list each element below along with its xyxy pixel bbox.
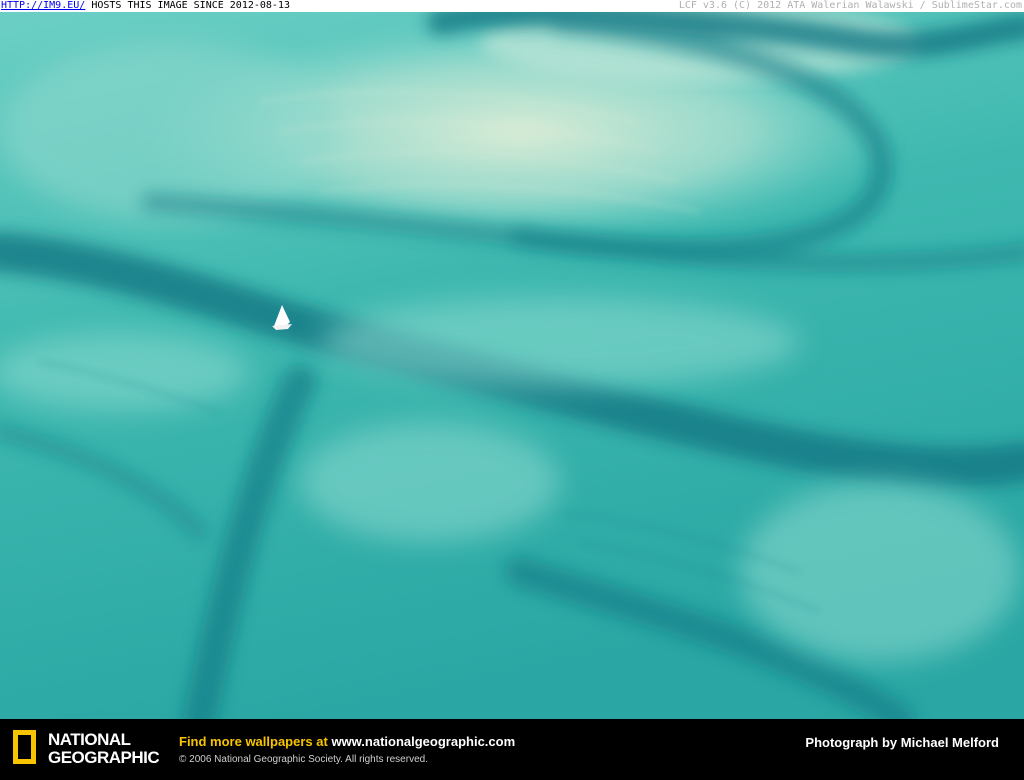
- software-credit: LCF v3.6 (C) 2012 ATA Walerian Walawski …: [678, 0, 1022, 11]
- logo-line-1: NATIONAL: [48, 730, 131, 749]
- aerial-photo-art: [0, 12, 1024, 719]
- host-notice-text: HOSTS THIS IMAGE SINCE 2012-08-13: [85, 0, 290, 11]
- natgeo-logo: NATIONAL GEOGRAPHIC: [48, 730, 160, 767]
- promo-text: Find more wallpapers at: [179, 734, 332, 749]
- copyright-notice: © 2006 National Geographic Society. All …: [179, 754, 428, 765]
- top-banner: HTTP://IM9.EU/ HOSTS THIS IMAGE SINCE 20…: [0, 0, 1024, 12]
- aerial-photo: [0, 12, 1024, 719]
- logo-line-2: GEOGRAPHIC: [48, 748, 160, 767]
- natgeo-logo-frame-icon: [13, 730, 36, 764]
- natgeo-footer: NATIONAL GEOGRAPHIC Find more wallpapers…: [0, 719, 1024, 780]
- host-link[interactable]: HTTP://IM9.EU/: [1, 0, 85, 11]
- host-notice: HTTP://IM9.EU/ HOSTS THIS IMAGE SINCE 20…: [1, 0, 290, 12]
- photo-credit: Photograph by Michael Melford: [805, 735, 999, 750]
- promo-url[interactable]: www.nationalgeographic.com: [331, 734, 515, 749]
- wallpaper-promo: Find more wallpapers at www.nationalgeog…: [179, 734, 515, 749]
